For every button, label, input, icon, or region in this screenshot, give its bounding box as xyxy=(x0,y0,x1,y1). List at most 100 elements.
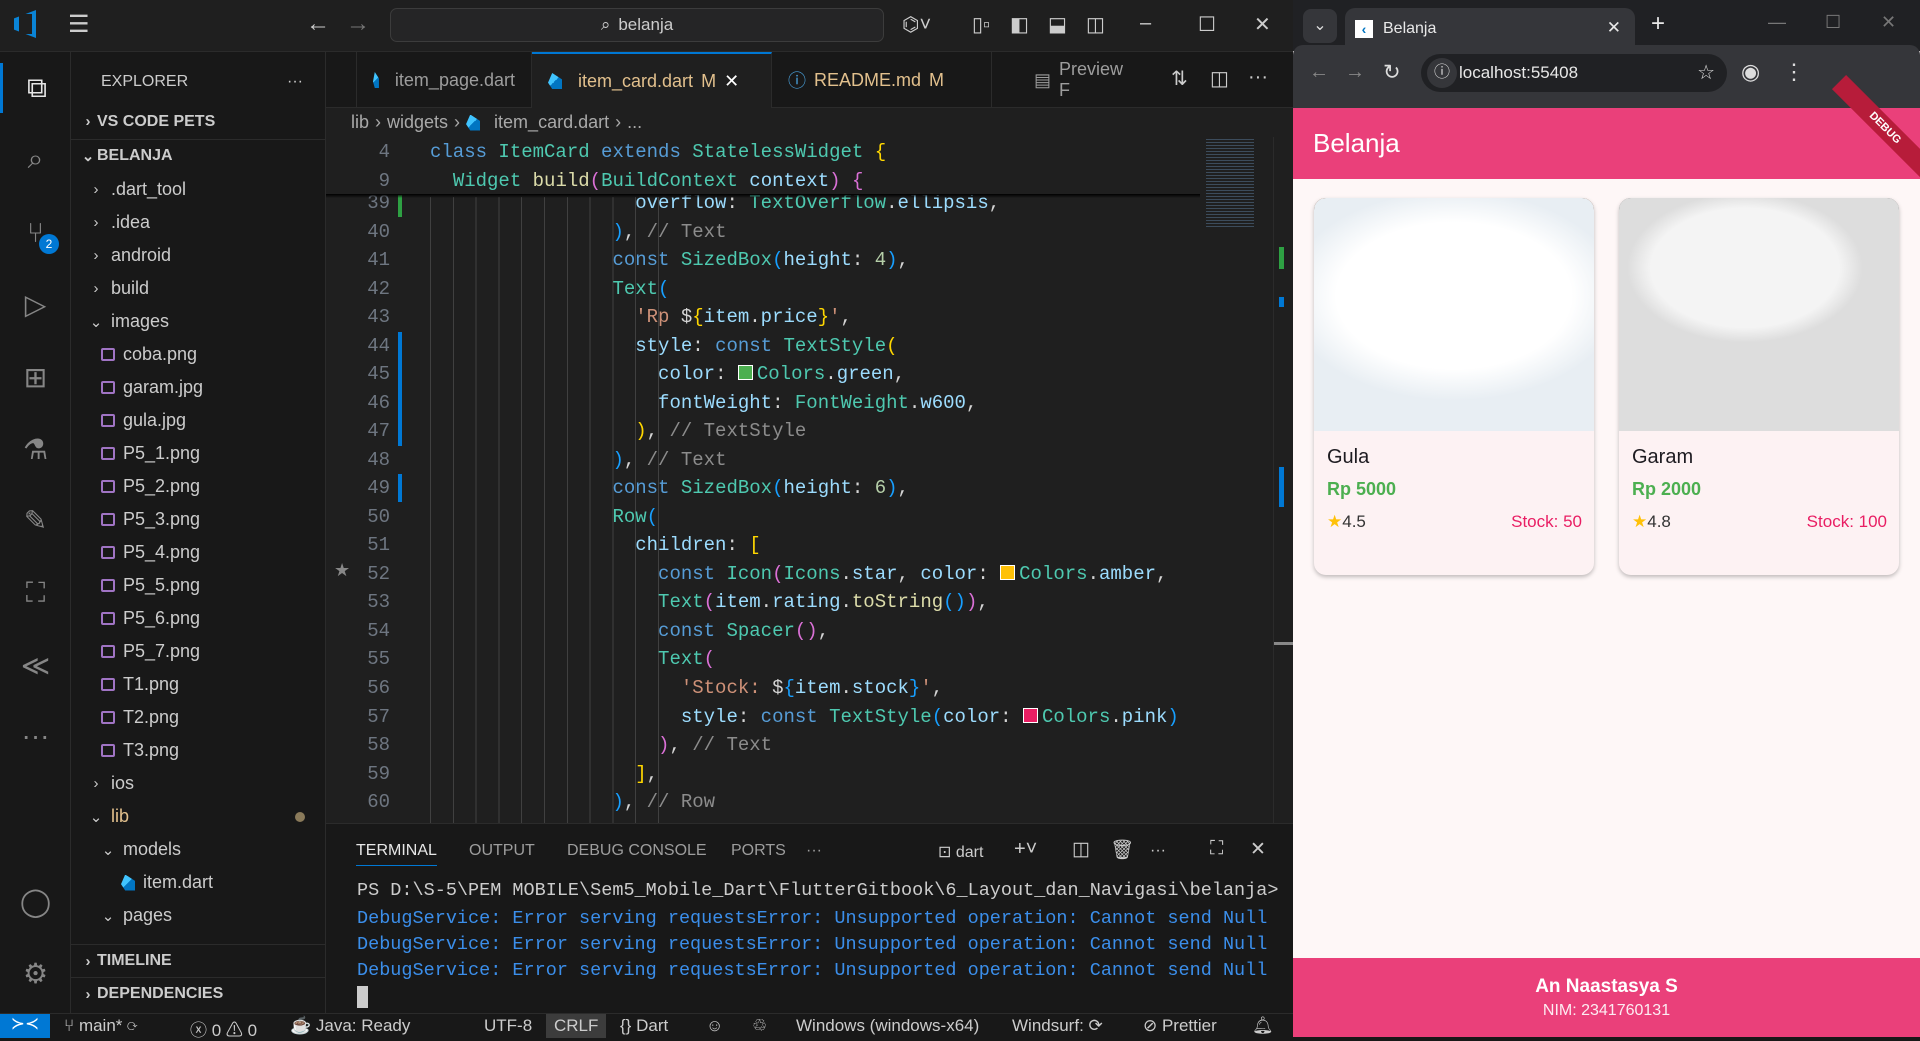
tree-item[interactable]: › .idea xyxy=(71,206,325,239)
item-card[interactable]: Gula Rp 5000 ★4.5 Stock: 50 xyxy=(1314,198,1594,575)
new-tab-icon[interactable]: + xyxy=(1651,10,1665,38)
encoding-indicator[interactable]: UTF-8 xyxy=(484,1016,532,1036)
remote-indicator-icon[interactable]: ≻≺ xyxy=(0,1014,50,1038)
tree-item[interactable]: › ios xyxy=(71,767,325,800)
close-tab-icon[interactable]: ✕ xyxy=(1607,18,1621,38)
command-center-search[interactable]: ⌕ belanja xyxy=(390,8,884,42)
browser-menu-icon[interactable]: ⋮ xyxy=(1783,59,1805,85)
tree-item[interactable]: P5_4.png xyxy=(71,536,325,569)
customize-layout-icon[interactable]: ▯▫ xyxy=(972,12,990,37)
flutter-icon[interactable]: ≪ xyxy=(0,640,71,690)
toggle-panel-icon[interactable]: ⬓ xyxy=(1048,12,1067,37)
panel-actions-more-icon[interactable]: ··· xyxy=(1150,842,1166,860)
tree-item[interactable]: ⌄ lib xyxy=(71,800,325,833)
tab-preview[interactable]: ▤ Preview F xyxy=(1018,52,1148,108)
new-terminal-icon[interactable]: +˅ xyxy=(1014,838,1037,861)
remote-explorer-icon[interactable]: ⛶ xyxy=(0,568,71,618)
tree-item[interactable]: › android xyxy=(71,239,325,272)
minimize-icon[interactable]: – xyxy=(1140,12,1151,35)
problems-indicator[interactable]: ⓧ 0 ⚠ 0 xyxy=(190,1016,257,1041)
java-status[interactable]: ☕ Java: Ready xyxy=(290,1016,410,1036)
color-swatch[interactable] xyxy=(1000,564,1016,580)
compare-changes-icon[interactable]: ⇅ xyxy=(1171,66,1188,91)
split-terminal-icon[interactable]: ◫ xyxy=(1072,838,1090,861)
site-info-icon[interactable]: ⓘ xyxy=(1427,58,1457,88)
git-change-gutter[interactable] xyxy=(398,474,402,503)
windsurf-status[interactable]: Windsurf: ⟳ xyxy=(1012,1016,1103,1036)
back-arrow-icon[interactable]: ← xyxy=(306,10,330,38)
tree-item[interactable]: ⌄ pages xyxy=(71,899,325,932)
color-swatch[interactable] xyxy=(1022,707,1038,723)
settings-gear-icon[interactable]: ⚙ xyxy=(0,948,71,998)
section-belanja[interactable]: ⌄ BELANJA xyxy=(71,139,325,172)
tree-item[interactable]: coba.png xyxy=(71,338,325,371)
tree-item[interactable]: gula.jpg xyxy=(71,404,325,437)
close-tab-icon[interactable]: ✕ xyxy=(724,71,739,92)
panel-more-icon[interactable]: ··· xyxy=(806,842,822,860)
section-timeline[interactable]: › TIMELINE xyxy=(71,944,325,977)
tree-item[interactable]: P5_6.png xyxy=(71,602,325,635)
tree-item[interactable]: T1.png xyxy=(71,668,325,701)
more-icon[interactable]: ··· xyxy=(0,711,71,761)
breadcrumb-symbol[interactable]: ... xyxy=(627,112,642,133)
maximize-icon[interactable]: ☐ xyxy=(1825,12,1841,33)
tree-item[interactable]: P5_7.png xyxy=(71,635,325,668)
tab-item-page[interactable]: item_page.dart xyxy=(356,52,532,108)
breadcrumb-file[interactable]: item_card.dart xyxy=(494,112,609,133)
panel-tab-output[interactable]: OUTPUT xyxy=(469,842,535,860)
tree-item[interactable]: T2.png xyxy=(71,701,325,734)
extensions-icon[interactable]: ⊞ xyxy=(0,352,71,402)
maximize-panel-icon[interactable]: ⛶ xyxy=(1210,838,1223,860)
forward-arrow-icon[interactable]: → xyxy=(346,10,370,38)
breadcrumb-lib[interactable]: lib xyxy=(351,112,369,133)
copilot-icon[interactable]: ⌬˅ xyxy=(902,12,931,37)
minimap[interactable] xyxy=(1200,137,1273,823)
testing-flask-icon[interactable]: ⚗ xyxy=(0,424,71,474)
eol-indicator[interactable]: CRLF xyxy=(546,1014,607,1038)
tab-search-chevron-icon[interactable]: ⌄ xyxy=(1303,9,1337,43)
section-dependencies[interactable]: › DEPENDENCIES xyxy=(71,977,325,1010)
tree-item[interactable]: P5_3.png xyxy=(71,503,325,536)
minimize-icon[interactable]: — xyxy=(1768,12,1786,33)
tree-item[interactable]: › .dart_tool xyxy=(71,173,325,206)
forward-icon[interactable]: → xyxy=(1345,61,1365,84)
account-icon[interactable]: ◯ xyxy=(0,876,71,926)
profile-icon[interactable]: ◉ xyxy=(1741,59,1760,85)
terminal-cursor[interactable] xyxy=(357,986,368,1008)
close-window-icon[interactable]: ✕ xyxy=(1254,12,1271,37)
split-editor-icon[interactable]: ◫ xyxy=(1210,66,1229,91)
search-icon[interactable]: ⌕ xyxy=(0,134,71,184)
prettier-status[interactable]: ⊘ Prettier xyxy=(1143,1016,1217,1036)
git-change-gutter[interactable] xyxy=(398,331,402,446)
reload-icon[interactable]: ↻ xyxy=(1383,60,1401,85)
platform-indicator[interactable]: Windows (windows-x64) xyxy=(796,1016,979,1036)
tree-item[interactable]: T3.png xyxy=(71,734,325,767)
panel-tab-debug-console[interactable]: DEBUG CONSOLE xyxy=(567,842,707,860)
section-vscode-pets[interactable]: › VS CODE PETS xyxy=(71,105,325,138)
code-editor[interactable]: 39 overflow: TextOverflow.ellipsis, 40 ),… xyxy=(326,137,1200,823)
copilot-status-icon[interactable]: ☺ xyxy=(706,1016,723,1036)
tree-item[interactable]: item.dart xyxy=(71,866,325,899)
tree-item[interactable]: P5_5.png xyxy=(71,569,325,602)
tree-item[interactable]: P5_2.png xyxy=(71,470,325,503)
run-debug-icon[interactable]: ▷ xyxy=(0,279,71,329)
tree-item[interactable]: ⌄ models xyxy=(71,833,325,866)
tab-readme[interactable]: ⓘ README.md M xyxy=(772,52,992,108)
explorer-more-icon[interactable]: ··· xyxy=(287,73,303,91)
bookmark-star-icon[interactable]: ☆ xyxy=(1697,60,1715,85)
menu-icon[interactable]: ☰ xyxy=(68,10,90,39)
feedback-icon[interactable]: ♲ xyxy=(752,1016,767,1036)
explorer-icon[interactable]: ⧉ xyxy=(0,63,71,113)
close-window-icon[interactable]: ✕ xyxy=(1881,12,1896,33)
tree-item[interactable]: garam.jpg xyxy=(71,371,325,404)
branch-indicator[interactable]: ⑂ main* ⟳ xyxy=(64,1016,137,1036)
tree-item[interactable]: ⌄ images xyxy=(71,305,325,338)
tree-item[interactable]: › build xyxy=(71,272,325,305)
editor-scrollbar[interactable] xyxy=(1273,137,1294,823)
toggle-secondary-sidebar-icon[interactable]: ◫ xyxy=(1086,12,1105,37)
bookmark-star-icon[interactable]: ★ xyxy=(334,560,350,582)
terminal-shell-selector[interactable]: ⊡ dart xyxy=(938,842,983,862)
panel-tab-terminal[interactable]: TERMINAL xyxy=(356,842,437,866)
toggle-sidebar-icon[interactable]: ◧ xyxy=(1010,12,1029,37)
edit-pen-icon[interactable]: ✎ xyxy=(0,495,71,545)
